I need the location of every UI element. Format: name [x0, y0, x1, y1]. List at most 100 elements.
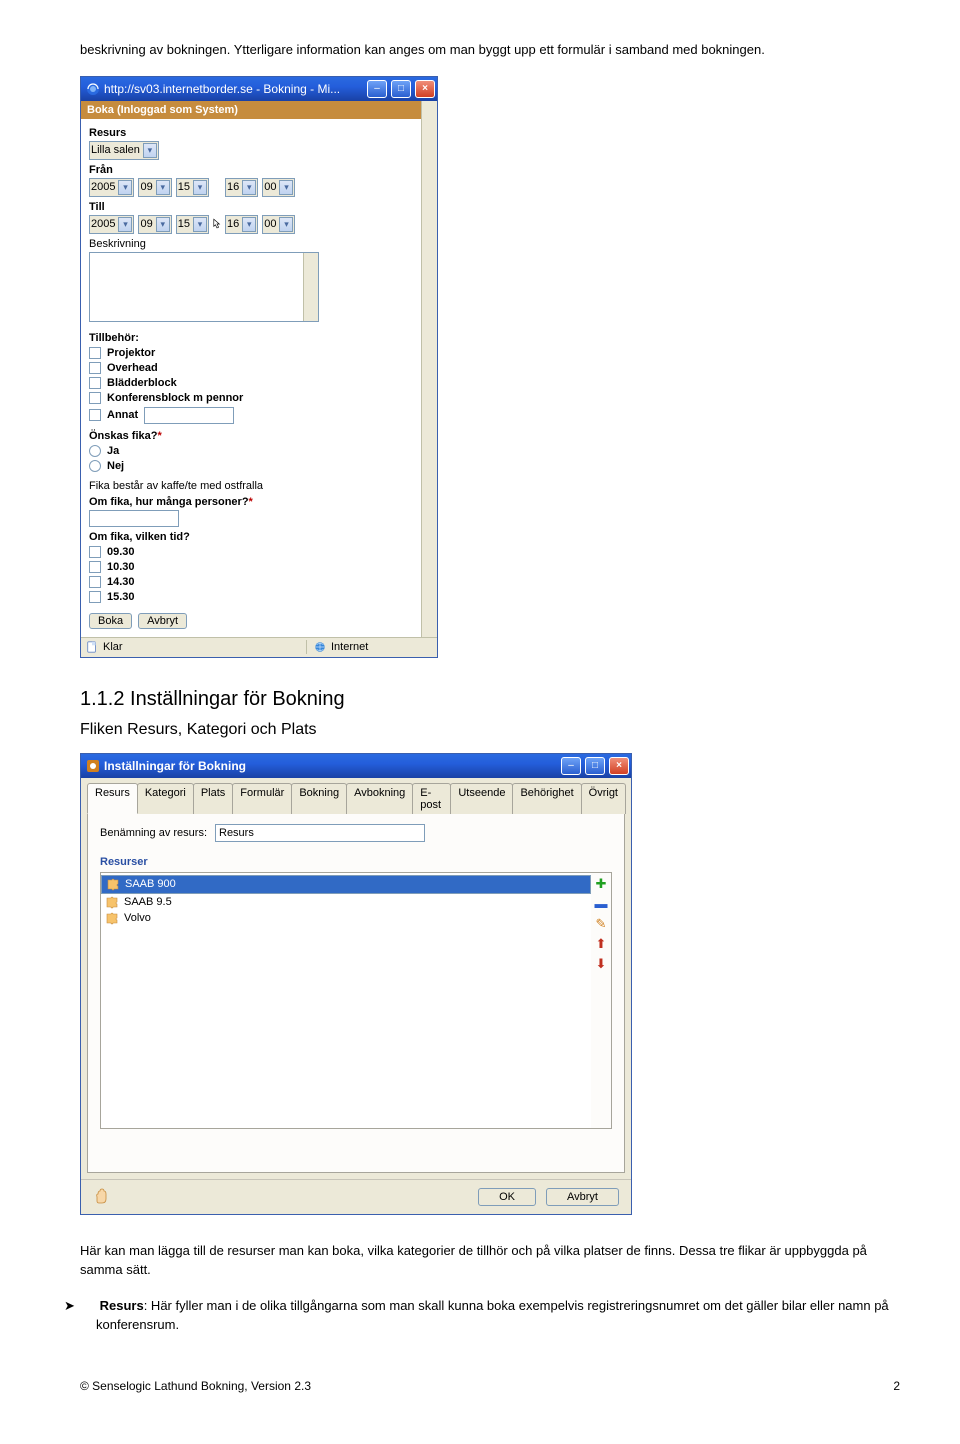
personer-input[interactable]: [89, 510, 179, 527]
scrollbar[interactable]: [303, 253, 318, 321]
remove-icon[interactable]: ▬: [594, 897, 608, 911]
cursor-icon: [213, 217, 221, 231]
benamning-label: Benämning av resurs:: [100, 827, 207, 839]
resurser-header: Resurser: [100, 856, 612, 868]
status-klar: Klar: [103, 641, 123, 653]
ok-button[interactable]: OK: [478, 1188, 536, 1206]
move-down-icon[interactable]: ⬇: [594, 957, 608, 971]
radio[interactable]: [89, 445, 101, 457]
tab-ovrigt[interactable]: Övrigt: [581, 783, 626, 814]
list-item[interactable]: Volvo: [101, 910, 591, 926]
tillbehor-option: Konferensblock m pennor: [107, 392, 243, 404]
fran-minute-select[interactable]: 00▾: [262, 178, 295, 197]
chevron-down-icon: ▾: [242, 180, 256, 195]
personer-label: Om fika, hur många personer?*: [89, 496, 413, 508]
cancel-button[interactable]: Avbryt: [546, 1188, 619, 1206]
chevron-down-icon: ▾: [242, 217, 256, 232]
tab-kategori[interactable]: Kategori: [137, 783, 194, 814]
fran-month-select[interactable]: 09▾: [138, 178, 171, 197]
page-number: 2: [893, 1379, 900, 1393]
close-button[interactable]: ×: [415, 80, 435, 98]
tab-avbokning[interactable]: Avbokning: [346, 783, 413, 814]
fran-label: Från: [89, 164, 413, 176]
page-footer: © Senselogic Lathund Bokning, Version 2.…: [80, 1379, 900, 1393]
tillbehor-option: Projektor: [107, 347, 155, 359]
hand-icon: [93, 1188, 113, 1204]
checkbox[interactable]: [89, 546, 101, 558]
till-day-select[interactable]: 15▾: [176, 215, 209, 234]
minimize-button[interactable]: –: [367, 80, 387, 98]
fran-hour-select[interactable]: 16▾: [225, 178, 258, 197]
add-icon[interactable]: ✚: [594, 877, 608, 891]
fran-day-select[interactable]: 15▾: [176, 178, 209, 197]
chevron-down-icon: ▾: [118, 180, 132, 195]
till-year-select[interactable]: 2005▾: [89, 215, 134, 234]
fran-year-select[interactable]: 2005▾: [89, 178, 134, 197]
till-month-select[interactable]: 09▾: [138, 215, 171, 234]
avbryt-button[interactable]: Avbryt: [138, 613, 187, 629]
beskrivning-textarea[interactable]: [89, 252, 319, 322]
tid-option: 10.30: [107, 561, 135, 573]
checkbox[interactable]: [89, 362, 101, 374]
resurs-select[interactable]: Lilla salen ▾: [89, 141, 159, 160]
tab-epost[interactable]: E-post: [412, 783, 451, 814]
checkbox[interactable]: [89, 561, 101, 573]
puzzle-icon: [106, 877, 120, 891]
subsection-heading: Fliken Resurs, Kategori och Plats: [80, 721, 900, 739]
status-zone: Internet: [331, 641, 368, 653]
move-up-icon[interactable]: ⬆: [594, 937, 608, 951]
edit-icon[interactable]: ✎: [594, 917, 608, 931]
checkbox[interactable]: [89, 347, 101, 359]
tid-option: 15.30: [107, 591, 135, 603]
radio[interactable]: [89, 460, 101, 472]
tab-utseende[interactable]: Utseende: [450, 783, 513, 814]
chevron-down-icon: ▾: [279, 217, 293, 232]
checkbox[interactable]: [89, 576, 101, 588]
tid-option: 14.30: [107, 576, 135, 588]
boka-button[interactable]: Boka: [89, 613, 132, 629]
checkbox[interactable]: [89, 377, 101, 389]
resurs-label: Resurs: [89, 127, 413, 139]
benamning-input[interactable]: [215, 824, 425, 842]
dialog-button-row: OK Avbryt: [81, 1179, 631, 1214]
puzzle-icon: [105, 895, 119, 909]
tillbehor-label: Tillbehör:: [89, 332, 413, 344]
annat-input[interactable]: [144, 407, 234, 424]
titlebar[interactable]: http://sv03.internetborder.se - Bokning …: [81, 77, 437, 101]
paragraph: Här kan man lägga till de resurser man k…: [80, 1241, 900, 1280]
scrollbar[interactable]: [421, 101, 437, 637]
chevron-down-icon: ▾: [193, 217, 207, 232]
checkbox[interactable]: [89, 591, 101, 603]
internet-zone-icon: [313, 640, 327, 654]
resurser-list: SAAB 900 SAAB 9.5 Volvo ✚ ▬ ✎: [100, 872, 612, 1129]
tab-formular[interactable]: Formulär: [232, 783, 292, 814]
tillbehor-option: Overhead: [107, 362, 158, 374]
checkbox[interactable]: [89, 392, 101, 404]
fika-option: Ja: [107, 445, 119, 457]
onskas-fika-label: Önskas fika?*: [89, 430, 413, 442]
tillbehor-option: Annat: [107, 409, 138, 421]
chevron-down-icon: ▾: [143, 143, 157, 158]
maximize-button[interactable]: □: [585, 757, 605, 775]
intro-paragraph: beskrivning av bokningen. Ytterligare in…: [80, 40, 900, 60]
puzzle-icon: [105, 911, 119, 925]
tab-resurs[interactable]: Resurs: [87, 783, 138, 814]
checkbox[interactable]: [89, 409, 101, 421]
tab-bar: Resurs Kategori Plats Formulär Bokning A…: [81, 778, 631, 813]
tab-content: Benämning av resurs: Resurser SAAB 900 S…: [87, 813, 625, 1173]
chevron-down-icon: ▾: [193, 180, 207, 195]
titlebar[interactable]: Inställningar för Bokning – □ ×: [81, 754, 631, 778]
till-label: Till: [89, 201, 413, 213]
form-header: Boka (Inloggad som System): [81, 101, 421, 119]
close-button[interactable]: ×: [609, 757, 629, 775]
list-item[interactable]: SAAB 9.5: [101, 894, 591, 910]
tab-behorighet[interactable]: Behörighet: [512, 783, 581, 814]
till-minute-select[interactable]: 00▾: [262, 215, 295, 234]
tab-plats[interactable]: Plats: [193, 783, 233, 814]
minimize-button[interactable]: –: [561, 757, 581, 775]
list-item[interactable]: SAAB 900: [101, 875, 591, 894]
fika-info: Fika består av kaffe/te med ostfralla: [89, 480, 413, 492]
till-hour-select[interactable]: 16▾: [225, 215, 258, 234]
tab-bokning[interactable]: Bokning: [291, 783, 347, 814]
maximize-button[interactable]: □: [391, 80, 411, 98]
